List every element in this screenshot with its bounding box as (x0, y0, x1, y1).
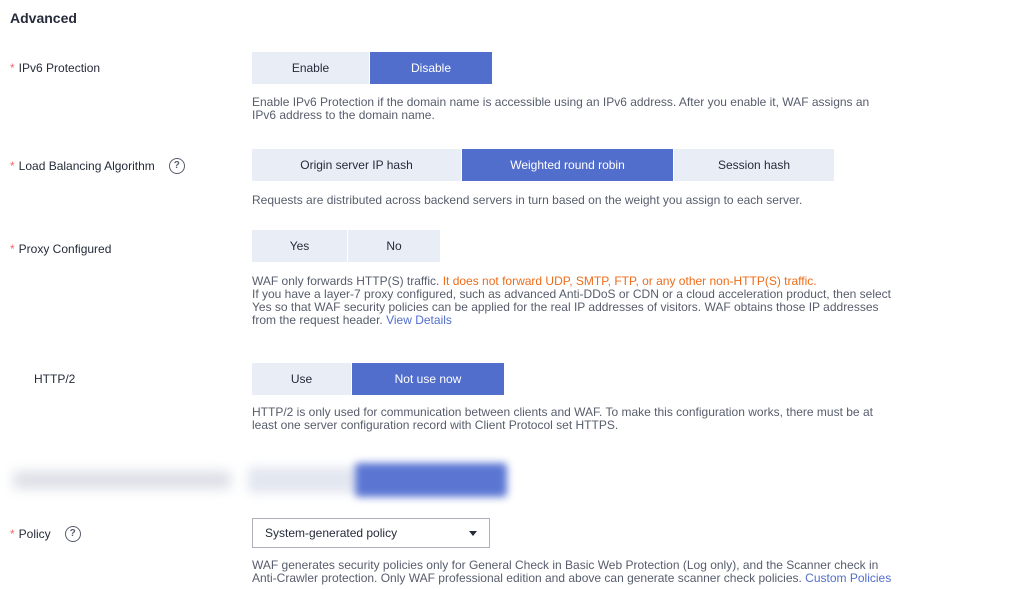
proxy-no-button[interactable]: No (348, 230, 440, 262)
ipv6-enable-button[interactable]: Enable (252, 52, 370, 84)
ipv6-protection-toggle: Enable Disable (252, 52, 492, 84)
ipv6-protection-label-text: IPv6 Protection (18, 61, 101, 75)
custom-policies-link[interactable]: Custom Policies (805, 571, 891, 585)
lb-weighted-round-robin-button[interactable]: Weighted round robin (462, 149, 674, 181)
http2-help-line-2: least one server configuration record wi… (252, 418, 619, 432)
question-mark-help-icon[interactable]: ? (168, 158, 185, 174)
proxy-help-line-4-text: from the request header. (252, 313, 387, 327)
lb-help-text: Requests are distributed across backend … (252, 193, 803, 207)
proxy-configured-toggle: Yes No (252, 230, 440, 262)
obscured-option (248, 467, 358, 493)
ipv6-help-line-2: IPv6 address to the domain name. (252, 108, 435, 122)
view-details-link[interactable]: View Details (386, 313, 452, 327)
required-star-icon: * (10, 61, 15, 75)
policy-select-value: System-generated policy (265, 526, 398, 540)
http2-use-button[interactable]: Use (252, 363, 352, 395)
proxy-help-line-4: from the request header. View Details (252, 314, 1022, 327)
ipv6-help-text: Enable IPv6 Protection if the domain nam… (252, 96, 1022, 122)
http2-toggle: Use Not use now (252, 363, 504, 395)
load-balancing-label: * Load Balancing Algorithm ? (10, 158, 185, 174)
policy-select[interactable]: System-generated policy (252, 518, 490, 548)
http2-help-text: HTTP/2 is only used for communication be… (252, 406, 1022, 432)
ipv6-disable-button[interactable]: Disable (370, 52, 492, 84)
question-mark-help-icon[interactable]: ? (64, 526, 81, 542)
lb-origin-ip-hash-button[interactable]: Origin server IP hash (252, 149, 462, 181)
policy-label: * Policy ? (10, 526, 81, 542)
obscured-selected-option (355, 463, 507, 497)
proxy-help-normal-text: WAF only forwards HTTP(S) traffic. (252, 274, 443, 288)
load-balancing-toggle: Origin server IP hash Weighted round rob… (252, 149, 834, 181)
load-balancing-label-text: Load Balancing Algorithm (18, 159, 155, 173)
required-star-icon: * (10, 159, 15, 173)
http2-label: HTTP/2 (34, 372, 76, 386)
policy-help-line-2: Anti-Crawler protection. Only WAF profes… (252, 572, 1022, 585)
proxy-configured-label: * Proxy Configured (10, 242, 111, 256)
lb-session-hash-button[interactable]: Session hash (674, 149, 834, 181)
required-star-icon: * (10, 242, 15, 256)
obscured-label (12, 471, 232, 489)
proxy-help-text: WAF only forwards HTTP(S) traffic. It do… (252, 275, 1022, 327)
policy-help-line-2-text: Anti-Crawler protection. Only WAF profes… (252, 571, 806, 585)
proxy-help-warning-text: It does not forward UDP, SMTP, FTP, or a… (442, 274, 817, 288)
proxy-yes-button[interactable]: Yes (252, 230, 348, 262)
obscured-setting-row (0, 463, 1023, 497)
policy-help-text: WAF generates security policies only for… (252, 559, 1022, 585)
required-star-icon: * (10, 527, 15, 541)
http2-not-use-now-button[interactable]: Not use now (352, 363, 504, 395)
caret-down-icon (469, 530, 477, 536)
policy-label-text: Policy (18, 527, 51, 541)
ipv6-protection-label: * IPv6 Protection (10, 61, 100, 75)
proxy-configured-label-text: Proxy Configured (18, 242, 112, 256)
section-title-advanced: Advanced (10, 10, 77, 26)
